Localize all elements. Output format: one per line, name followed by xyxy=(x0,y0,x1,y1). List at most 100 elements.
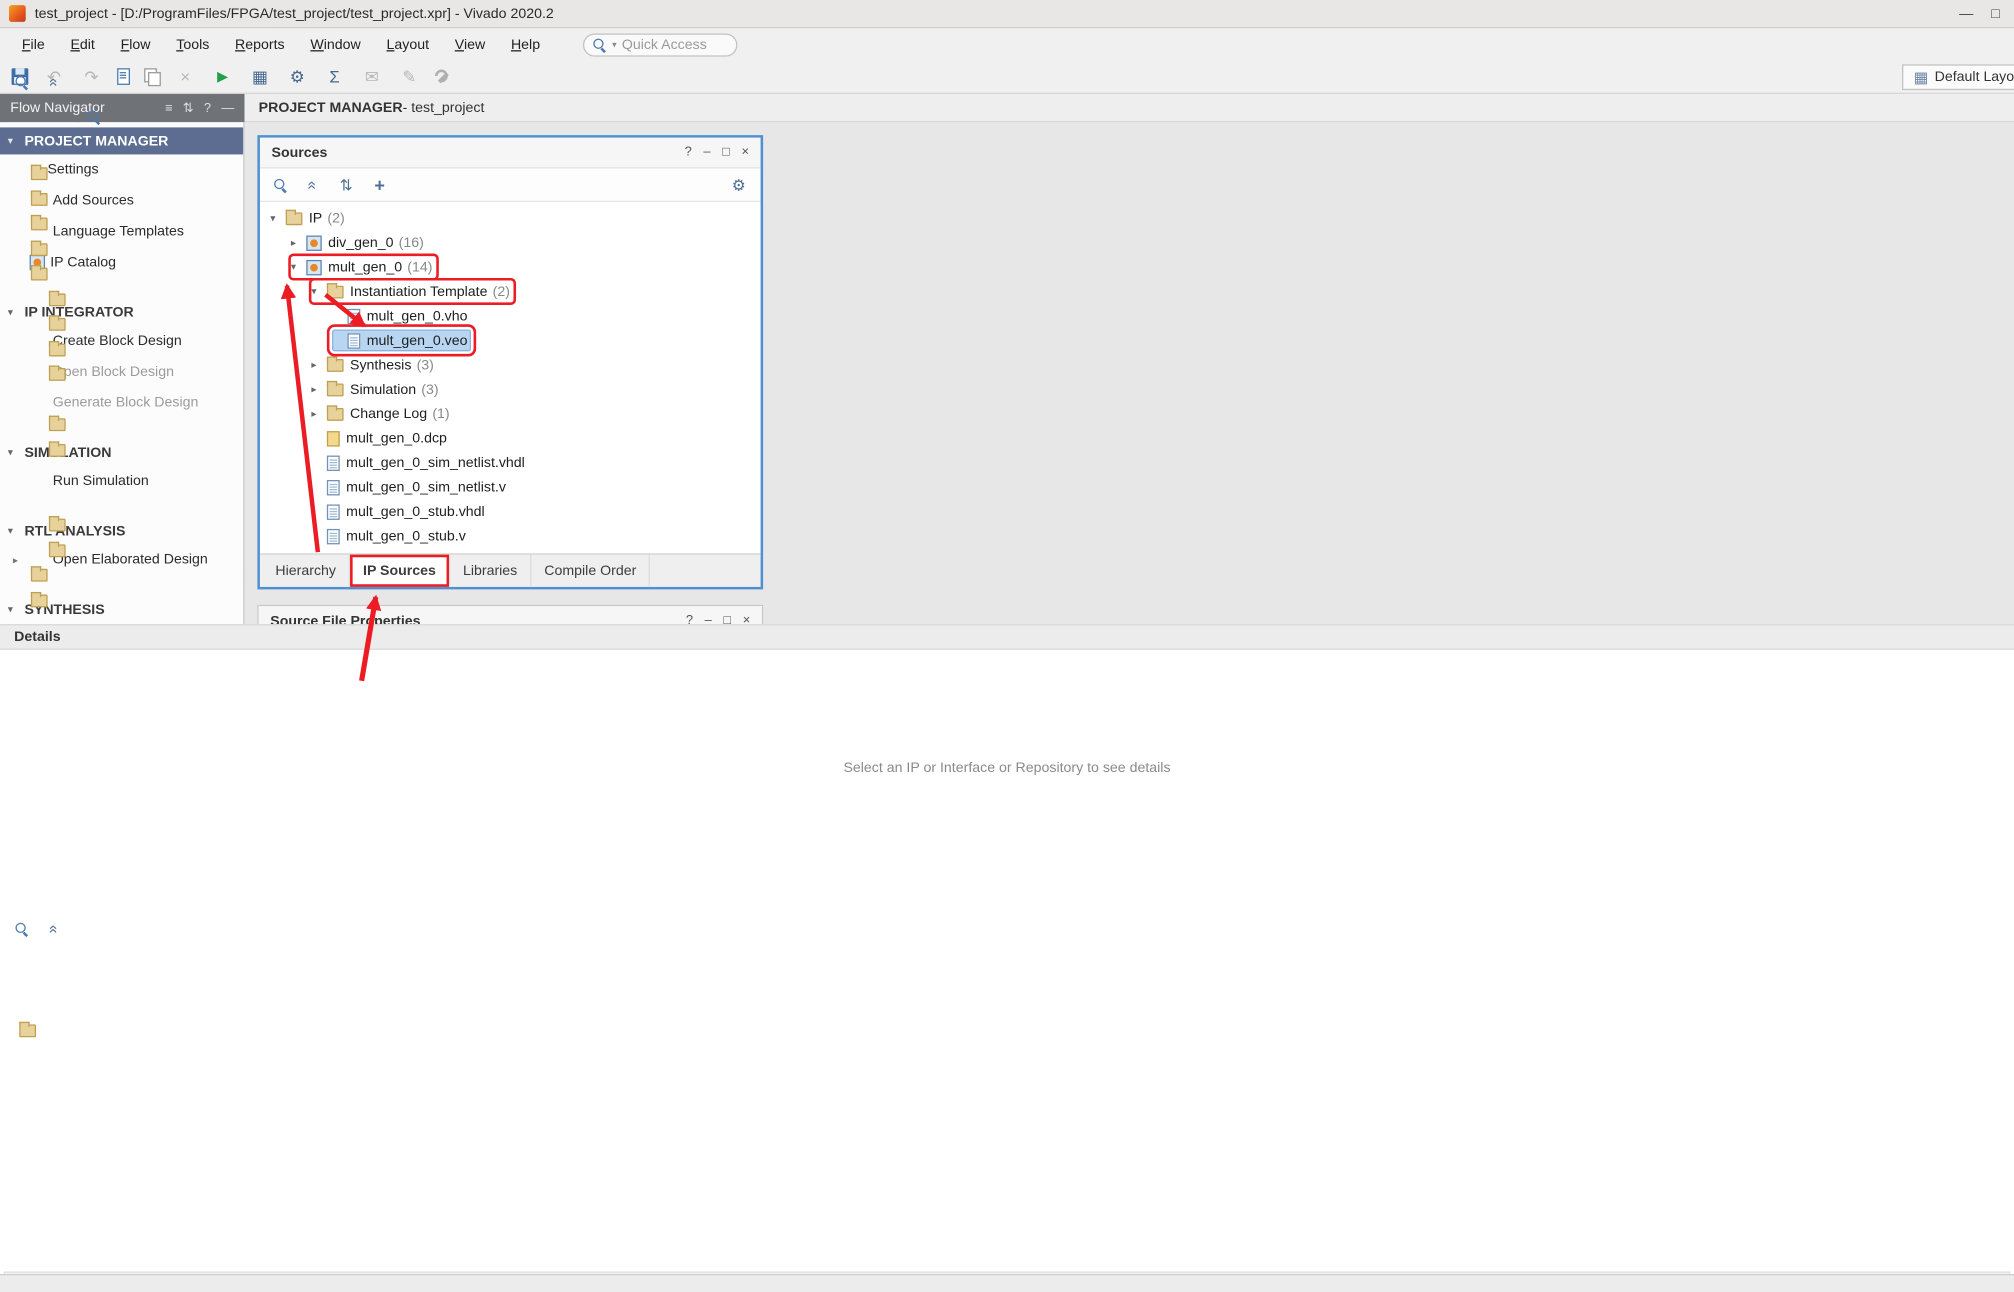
collapse-all-icon[interactable]: « xyxy=(301,176,324,194)
layout-grid-icon: ▦ xyxy=(1914,68,1929,86)
tree-item-simulation[interactable]: ▸Simulation(3) xyxy=(260,377,761,401)
send-icon[interactable]: ✉ xyxy=(360,65,383,88)
details-body: Select an IP or Interface or Repository … xyxy=(0,650,1229,879)
open-file-icon[interactable] xyxy=(117,68,130,85)
debug-icon[interactable] xyxy=(435,69,450,84)
item-label: Synthesis xyxy=(350,357,411,372)
chevron-down-icon: ▾ xyxy=(8,135,25,147)
expand-collapse-icon[interactable]: ⇅ xyxy=(183,101,194,115)
menu-layout[interactable]: Layout xyxy=(375,33,441,56)
menu-reports[interactable]: Reports xyxy=(223,33,296,56)
tree-row: ▸Synthesis(3) xyxy=(311,354,437,376)
run-icon[interactable]: ▶ xyxy=(211,65,234,88)
report-sum-icon[interactable]: Σ xyxy=(323,65,346,88)
tree-item-instantiation-template[interactable]: ▾Instantiation Template(2) xyxy=(260,279,761,303)
item-label: mult_gen_0 xyxy=(328,259,402,274)
minimize-icon[interactable]: – xyxy=(703,145,710,159)
flow-section-ip-integrator[interactable]: ▾IP INTEGRATOR xyxy=(0,299,243,326)
flow-item-create-block-design[interactable]: Create Block Design xyxy=(0,326,243,357)
float-icon[interactable]: □ xyxy=(722,145,730,159)
tree-item-mult-gen-0-vho[interactable]: mult_gen_0.vho xyxy=(260,304,761,328)
quick-access-placeholder: Quick Access xyxy=(622,37,707,52)
flow-item-open-block-design[interactable]: Open Block Design xyxy=(0,356,243,387)
tab-libraries[interactable]: Libraries xyxy=(450,555,531,587)
tab-hierarchy[interactable]: Hierarchy xyxy=(263,555,351,587)
flow-item-generate-block-design[interactable]: Generate Block Design xyxy=(0,387,243,418)
file-icon xyxy=(327,504,340,519)
quick-access-search[interactable]: ▾ Quick Access xyxy=(583,33,737,56)
settings-icon[interactable]: ⚙ xyxy=(286,65,309,88)
default-layout-button[interactable]: ▦ Default Layout xyxy=(1902,64,2014,90)
tree-item-mult-gen-0[interactable]: ▾mult_gen_0(14) xyxy=(260,255,761,279)
item-label: Create Block Design xyxy=(53,333,182,348)
flow-section-rtl-analysis[interactable]: ▾RTL ANALYSIS xyxy=(0,517,243,544)
folder-icon xyxy=(49,343,66,356)
chevron-down-icon[interactable]: ▾ xyxy=(311,286,326,298)
tree-item-mult-gen-0-sim-netlist-vhdl[interactable]: mult_gen_0_sim_netlist.vhdl xyxy=(260,450,761,474)
delete-icon[interactable]: × xyxy=(174,65,197,88)
chevron-right-icon[interactable]: ▸ xyxy=(311,383,326,395)
minimize-icon[interactable]: — xyxy=(221,101,234,115)
collapse-all-icon[interactable]: « xyxy=(42,919,65,937)
tab-compile-order[interactable]: Compile Order xyxy=(531,555,650,587)
chevron-right-icon[interactable]: ▸ xyxy=(291,237,306,249)
item-count: (1) xyxy=(432,406,449,421)
add-icon[interactable]: + xyxy=(371,173,389,196)
tree-item-mult-gen-0-dcp[interactable]: mult_gen_0.dcp xyxy=(260,426,761,450)
menu-file[interactable]: File xyxy=(10,33,56,56)
tree-row: ▾IP(2) xyxy=(270,207,348,229)
no-icon xyxy=(30,333,48,348)
search-icon[interactable] xyxy=(14,74,29,89)
help-icon[interactable]: ? xyxy=(685,145,692,159)
tree-item-synthesis[interactable]: ▸Synthesis(3) xyxy=(260,353,761,377)
tree-row: ▾Instantiation Template(2) xyxy=(311,281,513,303)
folder-icon xyxy=(327,383,344,396)
tree-item-mult-gen-0-stub-v[interactable]: mult_gen_0_stub.v xyxy=(260,524,761,548)
details-title: Details xyxy=(14,629,60,644)
collapse-all-icon[interactable]: « xyxy=(42,73,65,91)
dashboard-icon[interactable]: ▦ xyxy=(248,65,271,88)
item-label: mult_gen_0.dcp xyxy=(346,430,447,445)
menu-flow[interactable]: Flow xyxy=(109,33,162,56)
chevron-right-icon[interactable]: ▸ xyxy=(13,554,30,566)
tree-item-change-log[interactable]: ▸Change Log(1) xyxy=(260,402,761,426)
chevron-right-icon[interactable]: ▸ xyxy=(311,408,326,420)
help-icon[interactable]: ? xyxy=(204,101,211,115)
tree-item-mult-gen-0-stub-vhdl[interactable]: mult_gen_0_stub.vhdl xyxy=(260,499,761,523)
flow-section-project-manager[interactable]: ▾PROJECT MANAGER xyxy=(0,127,243,154)
maximize-button[interactable]: □ xyxy=(1991,6,2000,21)
close-icon[interactable]: × xyxy=(741,145,749,159)
search-icon[interactable] xyxy=(273,177,288,192)
menu-window[interactable]: Window xyxy=(299,33,373,56)
item-label: IP Catalog xyxy=(50,255,116,270)
copy-icon[interactable] xyxy=(144,68,159,85)
flow-section-simulation[interactable]: ▾SIMULATION xyxy=(0,439,243,466)
tab-ip-sources[interactable]: IP Sources xyxy=(350,555,450,587)
sources-window-icons: ? – □ × xyxy=(685,145,749,159)
tree-row: ▸div_gen_0(16) xyxy=(291,232,428,254)
settings-icon[interactable]: ⚙ xyxy=(730,173,748,196)
item-label: Simulation xyxy=(350,382,416,397)
minimize-button[interactable]: — xyxy=(1959,6,1973,21)
redo-icon[interactable]: ↷ xyxy=(80,65,103,88)
menu-help[interactable]: Help xyxy=(499,33,551,56)
item-count: (2) xyxy=(327,210,344,225)
item-label: Instantiation Template xyxy=(350,284,487,299)
menu-edit[interactable]: Edit xyxy=(59,33,107,56)
chevron-down-icon[interactable]: ▾ xyxy=(270,212,285,224)
tree-item-div-gen-0[interactable]: ▸div_gen_0(16) xyxy=(260,230,761,254)
chevron-down-icon[interactable]: ▾ xyxy=(291,261,306,273)
details-placeholder: Select an IP or Interface or Repository … xyxy=(843,761,1170,879)
chevron-right-icon[interactable]: ▸ xyxy=(311,359,326,371)
tree-item-mult-gen-0-veo[interactable]: mult_gen_0.veo xyxy=(260,328,761,352)
search-icon[interactable] xyxy=(14,921,29,936)
tree-item-mult-gen-0-sim-netlist-v[interactable]: mult_gen_0_sim_netlist.v xyxy=(260,475,761,499)
menu-tools[interactable]: Tools xyxy=(165,33,221,56)
search-icon xyxy=(592,37,607,52)
expand-all-icon[interactable]: ⇅ xyxy=(337,173,355,196)
flow-item-run-simulation[interactable]: Run Simulation xyxy=(0,466,243,497)
menu-view[interactable]: View xyxy=(443,33,497,56)
edit-icon[interactable]: ✎ xyxy=(398,65,421,88)
collapse-all-icon[interactable]: ≡ xyxy=(165,101,173,115)
tree-item-ip[interactable]: ▾IP(2) xyxy=(260,206,761,230)
